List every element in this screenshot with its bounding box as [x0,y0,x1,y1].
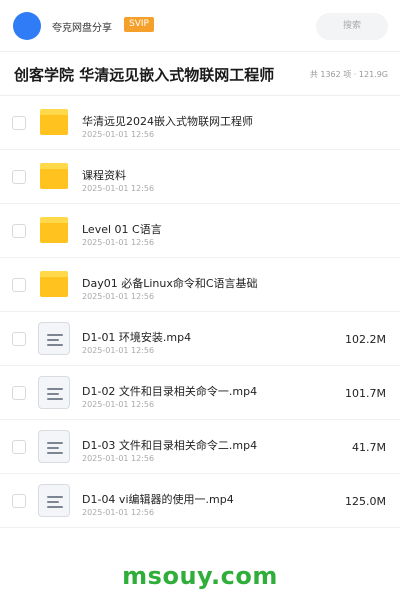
file-date: 2025-01-01 12:56 [82,184,155,193]
page-title: 创客学院 华清远见嵌入式物联网工程师 [14,66,275,84]
list-item[interactable]: 华清远见2024嵌入式物联网工程师 2025-01-01 12:56 [0,96,400,150]
file-size: 41.7M [352,441,386,454]
file-date: 2025-01-01 12:56 [82,454,155,463]
svip-badge: SVIP [124,17,154,32]
file-name[interactable]: D1-02 文件和目录相关命令一.mp4 [82,383,257,399]
folder-icon [40,271,68,297]
file-date: 2025-01-01 12:56 [82,346,155,355]
list-item[interactable]: D1-01 环境安装.mp4 2025-01-01 12:56 102.2M [0,312,400,366]
file-date: 2025-01-01 12:56 [82,508,155,517]
watermark: msouy.com [122,562,278,590]
select-checkbox[interactable] [12,170,26,184]
select-checkbox[interactable] [12,116,26,130]
file-size: 101.7M [345,387,386,400]
top-bar: 夸克网盘分享 SVIP 搜索 [0,0,400,52]
folder-icon [40,217,68,243]
document-icon [38,376,70,409]
folder-icon [40,109,68,135]
list-item[interactable]: Day01 必备Linux命令和C语言基础 2025-01-01 12:56 [0,258,400,312]
share-owner-name: 夸克网盘分享 [52,23,112,34]
list-item[interactable]: D1-03 文件和目录相关命令二.mp4 2025-01-01 12:56 41.7… [0,420,400,474]
file-name[interactable]: 课程资料 [82,167,126,183]
select-checkbox[interactable] [12,278,26,292]
search-button[interactable]: 搜索 [316,13,388,40]
document-icon [38,430,70,463]
select-checkbox[interactable] [12,386,26,400]
file-name[interactable]: D1-03 文件和目录相关命令二.mp4 [82,437,257,453]
file-name[interactable]: 华清远见2024嵌入式物联网工程师 [82,113,253,129]
avatar[interactable] [13,12,41,40]
folder-icon [40,163,68,189]
select-checkbox[interactable] [12,224,26,238]
file-size: 125.0M [345,495,386,508]
file-date: 2025-01-01 12:56 [82,400,155,409]
file-name[interactable]: Day01 必备Linux命令和C语言基础 [82,275,258,291]
folder-header: 创客学院 华清远见嵌入式物联网工程师 共 1362 项 · 121.9G [0,52,400,96]
file-name[interactable]: Level 01 C语言 [82,221,162,237]
file-date: 2025-01-01 12:56 [82,238,155,247]
file-date: 2025-01-01 12:56 [82,292,155,301]
file-name[interactable]: D1-04 vi编辑器的使用一.mp4 [82,491,234,507]
document-icon [38,322,70,355]
file-size: 102.2M [345,333,386,346]
select-checkbox[interactable] [12,440,26,454]
item-count: 共 1362 项 · 121.9G [309,70,388,79]
list-item[interactable]: D1-02 文件和目录相关命令一.mp4 2025-01-01 12:56 101.… [0,366,400,420]
file-date: 2025-01-01 12:56 [82,130,155,139]
list-item[interactable]: D1-04 vi编辑器的使用一.mp4 2025-01-01 12:56 125.0… [0,474,400,528]
document-icon [38,484,70,517]
select-checkbox[interactable] [12,494,26,508]
select-checkbox[interactable] [12,332,26,346]
file-list: 华清远见2024嵌入式物联网工程师 2025-01-01 12:56 课程资料 202… [0,96,400,528]
file-name[interactable]: D1-01 环境安装.mp4 [82,329,191,345]
list-item[interactable]: 课程资料 2025-01-01 12:56 [0,150,400,204]
list-item[interactable]: Level 01 C语言 2025-01-01 12:56 [0,204,400,258]
